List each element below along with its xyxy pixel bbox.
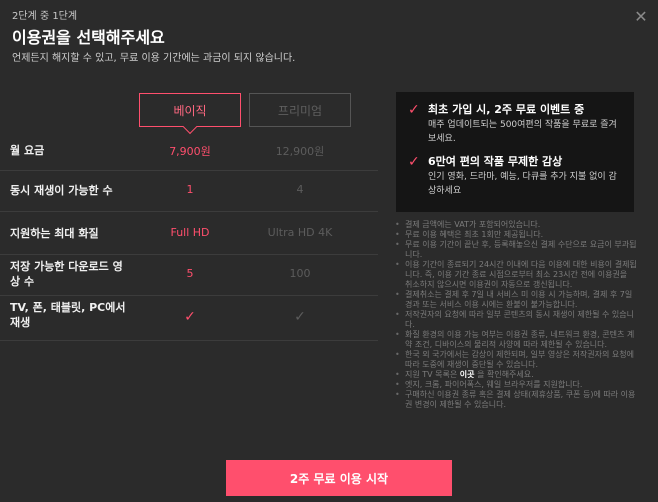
notes-list: 결제 금액에는 VAT가 포함되어있습니다. 무료 이용 혜택은 최초 1회만 … (393, 220, 637, 410)
note-suffix: 을 확인해주세요. (474, 370, 534, 379)
basic-streams: 1 (186, 183, 194, 196)
comparison-row-quality: 지원하는 최대 화질 Full HD Ultra HD 4K (0, 212, 378, 255)
basic-price: 7,900원 (169, 145, 211, 158)
premium-price: 12,900원 (275, 145, 325, 158)
note-item: 결제 금액에는 VAT가 포함되어있습니다. (393, 220, 637, 230)
premium-downloads: 100 (289, 267, 311, 280)
check-icon: ✓ (184, 309, 196, 325)
promo-title: 6만여 편의 작품 무제한 감상 (428, 155, 563, 168)
basic-quality: Full HD (170, 226, 210, 239)
check-icon: ✓ (294, 309, 306, 325)
basic-downloads: 5 (186, 267, 194, 280)
promo-item: ✓ 최초 가입 시, 2주 무료 이벤트 중 매주 업데이트되는 500여편의 … (408, 102, 622, 146)
page-title: 이용권을 선택해주세요 (12, 28, 165, 47)
comparison-row-devices: TV, 폰, 태블릿, PC에서 재생 ✓ ✓ (0, 296, 378, 341)
comparison-row-price: 월 요금 7,900원 12,900원 (0, 130, 378, 171)
note-item: 구매하신 이용권 종류 혹은 결제 상태(제휴상품, 쿠폰 등)에 따라 이용권… (393, 390, 637, 410)
check-icon: ✓ (408, 102, 420, 118)
note-prefix: 지원 TV 목록은 (405, 370, 460, 379)
promo-desc: 인기 영화, 드라마, 예능, 다큐를 추가 지불 없이 감상하세요 (428, 172, 617, 196)
plan-tab-premium[interactable]: 프리미엄 (249, 93, 351, 127)
promo-item: ✓ 6만여 편의 작품 무제한 감상 인기 영화, 드라마, 예능, 다큐를 추… (408, 154, 622, 198)
note-item: 이용 기간이 종료되기 24시간 이내에 다음 이용에 대한 비용이 결제됩니다… (393, 260, 637, 290)
note-item: 화질 환경의 이용 가능 여부는 이용권 종류, 네트워크 환경, 콘텐츠 계약… (393, 330, 637, 350)
row-label: 저장 가능한 다운로드 영상 수 (10, 260, 123, 288)
note-item: 저작권자의 요청에 따라 일부 콘텐츠의 동시 재생이 제한될 수 있습니다. (393, 310, 637, 330)
note-item: 결제취소는 결제 후 7일 내 서비스 미 이용 시 가능하며, 결제 후 7일… (393, 290, 637, 310)
promo-panel: ✓ 최초 가입 시, 2주 무료 이벤트 중 매주 업데이트되는 500여편의 … (396, 92, 634, 212)
step-indicator: 2단계 중 1단계 (12, 11, 78, 22)
page-subtitle: 언제든지 해지할 수 있고, 무료 이용 기간에는 과금이 되지 않습니다. (12, 53, 296, 64)
row-label: TV, 폰, 태블릿, PC에서 재생 (10, 301, 126, 329)
premium-quality: Ultra HD 4K (267, 226, 333, 239)
check-icon: ✓ (408, 154, 420, 170)
supported-tv-link[interactable]: 이곳 (460, 370, 475, 379)
note-item: 무료 이용 혜택은 최초 1회만 제공됩니다. (393, 230, 637, 240)
start-free-trial-button[interactable]: 2주 무료 이용 시작 (226, 460, 452, 496)
note-item: 한국 외 국가에서는 감상이 제한되며, 일부 영상은 저작권자의 요청에 따라… (393, 350, 637, 370)
note-item: 무료 이용 기간이 끝난 후, 등록해놓으신 결제 수단으로 요금이 부과됩니다… (393, 240, 637, 260)
comparison-row-downloads: 저장 가능한 다운로드 영상 수 5 100 (0, 255, 378, 296)
row-label: 지원하는 최대 화질 (10, 227, 99, 240)
row-label: 월 요금 (10, 144, 45, 157)
promo-title: 최초 가입 시, 2주 무료 이벤트 중 (428, 103, 585, 116)
note-item-tv: 지원 TV 목록은 이곳 을 확인해주세요. (393, 370, 637, 380)
close-icon[interactable]: ✕ (630, 6, 652, 28)
note-item: 엣지, 크롬, 파이어폭스, 웨일 브라우저를 지원합니다. (393, 380, 637, 390)
row-label: 동시 재생이 가능한 수 (10, 184, 113, 197)
premium-streams: 4 (296, 183, 304, 196)
promo-desc: 매주 업데이트되는 500여편의 작품을 무료로 즐겨보세요. (428, 120, 617, 144)
comparison-row-streams: 동시 재생이 가능한 수 1 4 (0, 171, 378, 212)
